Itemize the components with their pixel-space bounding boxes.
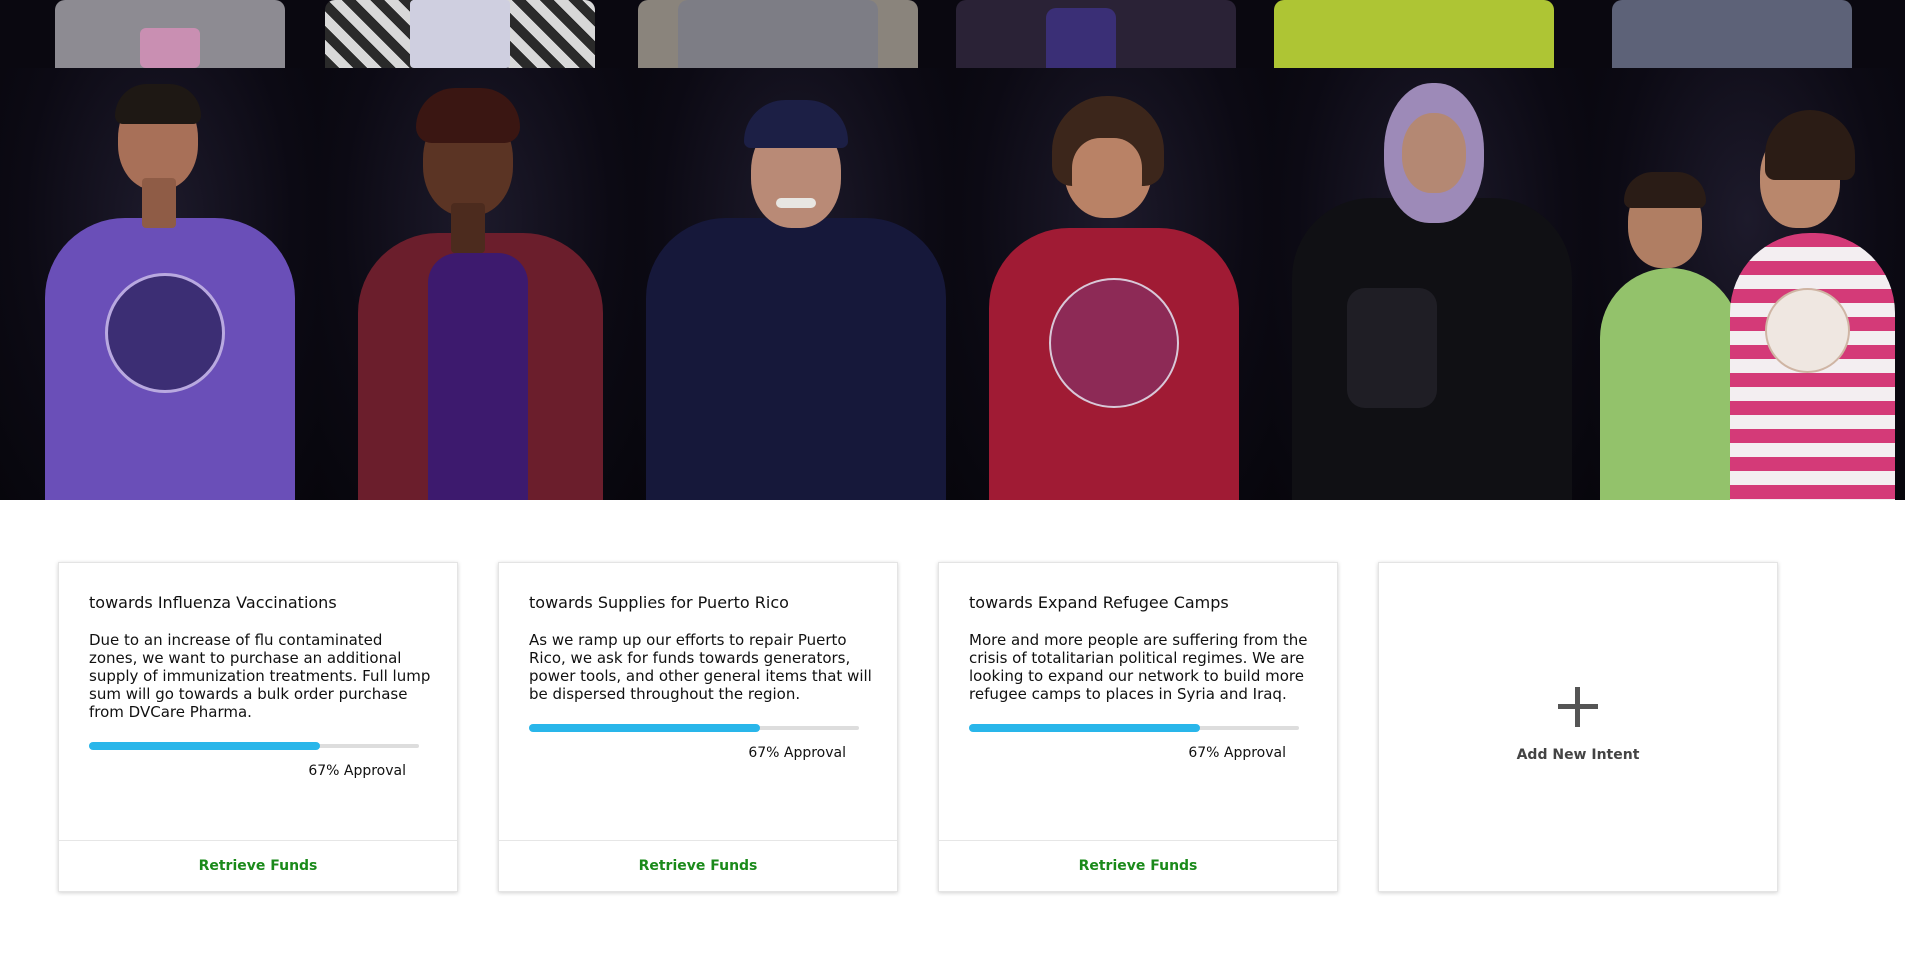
intent-title: towards Expand Refugee Camps — [969, 593, 1229, 612]
photo-crop — [1254, 0, 1572, 68]
intent-card: towards Expand Refugee Camps More and mo… — [938, 562, 1338, 892]
retrieve-funds-button[interactable]: Retrieve Funds — [639, 858, 758, 874]
approval-progress-bar — [89, 742, 419, 750]
intent-card-list: towards Influenza Vaccinations Due to an… — [58, 562, 1778, 892]
hero-top-photo-row — [0, 0, 1905, 68]
hero-portrait-row — [0, 68, 1905, 500]
intent-title: towards Supplies for Puerto Rico — [529, 593, 789, 612]
add-new-intent-label: Add New Intent — [1516, 747, 1640, 763]
hero-photo-banner — [0, 0, 1905, 500]
portrait-photo — [318, 68, 636, 500]
intent-description: More and more people are suffering from … — [969, 631, 1308, 703]
portrait-photo — [954, 68, 1272, 500]
retrieve-funds-button[interactable]: Retrieve Funds — [1079, 858, 1198, 874]
photo-crop — [300, 0, 618, 68]
approval-text: 67% Approval — [308, 763, 406, 779]
retrieve-funds-button[interactable]: Retrieve Funds — [199, 858, 318, 874]
photo-crop — [1572, 0, 1905, 68]
approval-text: 67% Approval — [1188, 745, 1286, 761]
approval-progress-fill — [529, 724, 760, 732]
card-footer: Retrieve Funds — [499, 840, 897, 891]
intent-card: towards Influenza Vaccinations Due to an… — [58, 562, 458, 892]
photo-crop — [0, 0, 300, 68]
intent-description: Due to an increase of flu contaminated z… — [89, 631, 431, 721]
approval-progress-fill — [969, 724, 1200, 732]
portrait-photo — [1590, 68, 1905, 500]
card-footer: Retrieve Funds — [939, 840, 1337, 891]
card-footer: Retrieve Funds — [59, 840, 457, 891]
plus-icon — [1558, 687, 1598, 727]
intent-card: towards Supplies for Puerto Rico As we r… — [498, 562, 898, 892]
approval-progress-fill — [89, 742, 320, 750]
approval-text: 67% Approval — [748, 745, 846, 761]
approval-progress-bar — [969, 724, 1299, 732]
intent-description: As we ramp up our efforts to repair Puer… — [529, 631, 872, 703]
portrait-photo — [1272, 68, 1590, 500]
portrait-photo — [636, 68, 954, 500]
intent-title: towards Influenza Vaccinations — [89, 593, 337, 612]
photo-crop — [618, 0, 936, 68]
photo-crop — [936, 0, 1254, 68]
portrait-photo — [0, 68, 318, 500]
approval-progress-bar — [529, 724, 859, 732]
add-new-intent-card[interactable]: Add New Intent — [1378, 562, 1778, 892]
